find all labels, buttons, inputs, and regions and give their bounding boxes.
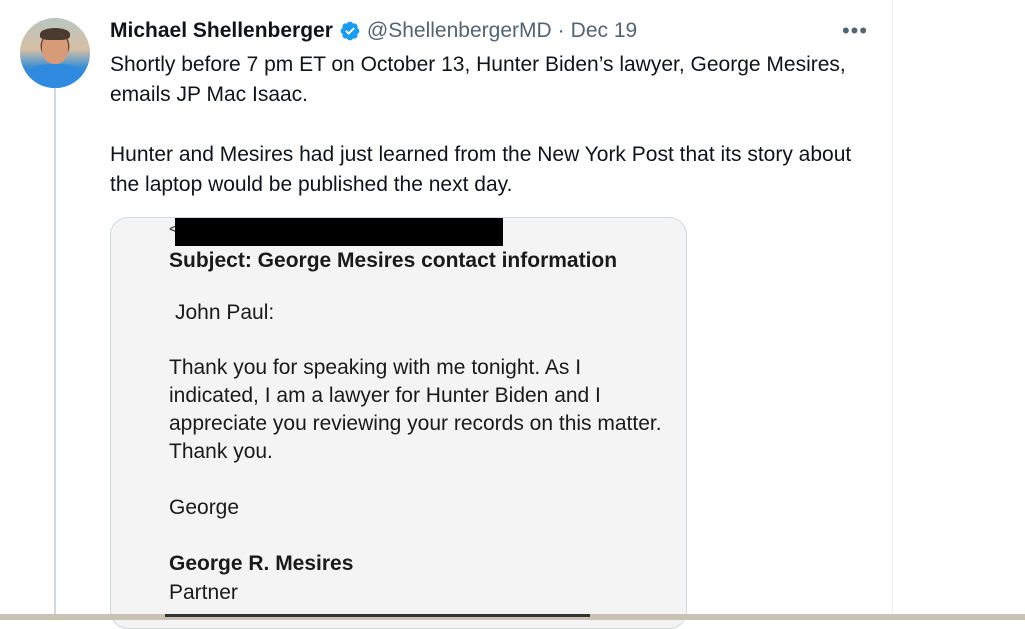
avatar-hair [40, 28, 70, 40]
tweet-paragraph-1: Shortly before 7 pm ET on October 13, Hu… [110, 53, 846, 106]
column-divider [892, 0, 893, 620]
email-greeting: John Paul: [175, 301, 275, 324]
email-subject: Subject: George Mesires contact informat… [169, 249, 618, 272]
tweet-paragraph-2: Hunter and Mesires had just learned from… [110, 143, 852, 196]
header-separator: · [557, 19, 565, 42]
tweet-text: Shortly before 7 pm ET on October 13, Hu… [110, 50, 870, 200]
tweet-header: Michael Shellenberger @ShellenbergerMD ·… [110, 16, 637, 46]
email-body: Thank you for speaking with me tonight. … [169, 356, 662, 463]
verified-badge-icon [339, 20, 361, 42]
email-signature-name: George R. Mesires [169, 552, 354, 575]
tweet-image[interactable]: < Subject: George Mesires contact inform… [110, 217, 687, 629]
tweet-date[interactable]: Dec 19 [571, 19, 638, 43]
avatar-shirt [28, 64, 82, 88]
thread-connector-line [54, 88, 56, 620]
email-signature-title: Partner [169, 581, 238, 604]
avatar[interactable] [20, 18, 90, 88]
author-name[interactable]: Michael Shellenberger [110, 19, 333, 43]
email-signoff: George [169, 496, 240, 519]
email-screenshot: Subject: George Mesires contact informat… [169, 248, 669, 608]
bottom-edge-bar [0, 614, 1025, 620]
more-options-icon[interactable]: ••• [838, 16, 872, 46]
bottom-edge-segment [165, 614, 590, 617]
redaction-bar [175, 218, 503, 246]
author-handle[interactable]: @ShellenbergerMD [367, 19, 552, 43]
